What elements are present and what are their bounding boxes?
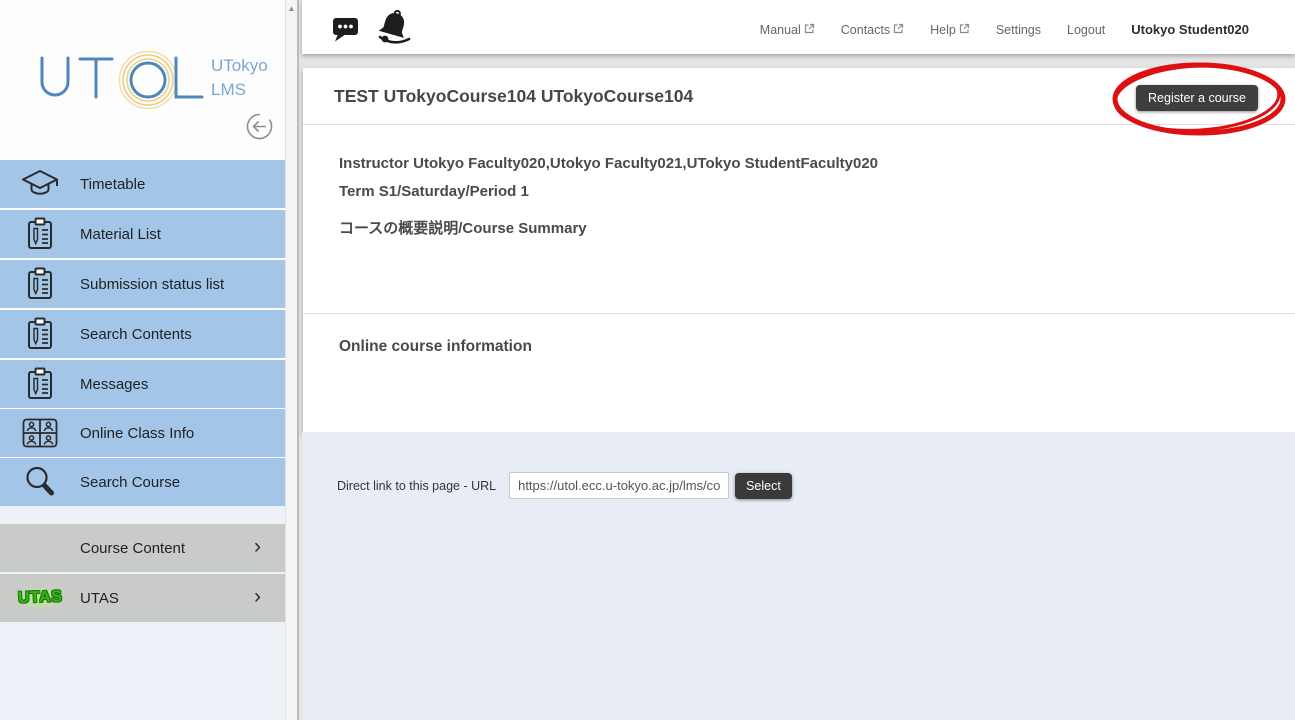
external-link-icon	[893, 23, 904, 34]
clipboard-icon	[0, 217, 80, 251]
chevron-right-icon: ›	[254, 535, 261, 559]
sidebar: UTokyo LMS Timetable	[0, 0, 285, 720]
sidebar-item-label: Search Contents	[80, 326, 192, 343]
utol-logo-icon: UTokyo LMS	[36, 42, 268, 114]
topbar: Manual Contacts Help	[302, 0, 1295, 54]
direct-link-url-input[interactable]	[509, 472, 729, 499]
sidebar-item-label: UTAS	[80, 590, 119, 607]
contacts-link[interactable]: Contacts	[841, 23, 904, 37]
sidebar-item-utas[interactable]: UTAS UTAS ›	[0, 574, 285, 622]
sidebar-item-label: Timetable	[80, 176, 145, 193]
bell-icon	[376, 9, 412, 46]
course-info-section: Instructor Utokyo Faculty020,Utokyo Facu…	[303, 125, 1295, 238]
clipboard-icon	[0, 317, 80, 351]
sidebar-item-label: Course Content	[80, 540, 185, 557]
notifications-button[interactable]	[376, 9, 412, 51]
graduation-cap-icon	[0, 168, 80, 200]
sidebar-collapse-button[interactable]	[245, 112, 274, 141]
sidebar-item-messages[interactable]: Messages	[0, 360, 285, 408]
chevron-right-icon: ›	[254, 585, 261, 609]
arrow-left-circle-icon	[245, 112, 274, 141]
username-display: Utokyo Student020	[1131, 22, 1249, 37]
clipboard-icon	[0, 267, 80, 301]
search-icon	[0, 465, 80, 499]
instructor-line: Instructor Utokyo Faculty020,Utokyo Facu…	[339, 155, 1259, 172]
sidebar-item-label: Submission status list	[80, 276, 224, 293]
main-area: Manual Contacts Help	[299, 0, 1295, 720]
sidebar-item-label: Material List	[80, 226, 161, 243]
clipboard-icon	[0, 367, 80, 401]
course-summary-line: コースの概要説明/Course Summary	[339, 217, 1259, 238]
online-course-info-title: Online course information	[339, 338, 532, 356]
sidebar-item-label: Search Course	[80, 474, 180, 491]
sidebar-item-label: Online Class Info	[80, 425, 194, 442]
svg-text:UTokyo: UTokyo	[211, 56, 268, 75]
external-link-icon	[959, 23, 970, 34]
page-footer: Direct link to this page - URL Select	[302, 432, 1295, 720]
logout-link[interactable]: Logout	[1067, 23, 1105, 37]
course-panel-header: TEST UTokyoCourse104 UTokyoCourse104 Reg…	[303, 68, 1295, 125]
scroll-up-arrow-icon[interactable]: ▲	[286, 4, 297, 13]
sidebar-item-timetable[interactable]: Timetable	[0, 160, 285, 208]
sidebar-item-material-list[interactable]: Material List	[0, 210, 285, 258]
external-link-icon	[804, 23, 815, 34]
topbar-links: Manual Contacts Help	[760, 22, 1249, 37]
course-panel: TEST UTokyoCourse104 UTokyoCourse104 Reg…	[303, 68, 1295, 432]
svg-text:LMS: LMS	[211, 80, 246, 99]
register-course-button[interactable]: Register a course	[1136, 85, 1258, 111]
sidebar-scrollbar[interactable]: ▲	[285, 0, 299, 720]
online-class-grid-icon	[0, 418, 80, 448]
utol-logo: UTokyo LMS	[36, 42, 268, 114]
help-link[interactable]: Help	[930, 23, 970, 37]
sidebar-item-online-class-info[interactable]: Online Class Info	[0, 409, 285, 457]
select-url-button[interactable]: Select	[735, 473, 792, 499]
settings-link[interactable]: Settings	[996, 23, 1041, 37]
sidebar-item-search-contents[interactable]: Search Contents	[0, 310, 285, 358]
sidebar-item-search-course[interactable]: Search Course	[0, 458, 285, 506]
section-divider	[303, 313, 1295, 314]
sidebar-item-label: Messages	[80, 376, 148, 393]
term-line: Term S1/Saturday/Period 1	[339, 183, 1259, 200]
utol-lms-page: UTokyo LMS Timetable	[0, 0, 1295, 720]
utas-logo-icon: UTAS	[0, 585, 80, 611]
sidebar-item-submission-status-list[interactable]: Submission status list	[0, 260, 285, 308]
direct-link-row: Direct link to this page - URL Select	[337, 472, 792, 499]
direct-link-label: Direct link to this page - URL	[337, 479, 496, 493]
chat-bubble-icon	[332, 17, 359, 42]
sidebar-item-course-content[interactable]: Course Content ›	[0, 524, 285, 572]
manual-link[interactable]: Manual	[760, 23, 815, 37]
chat-messages-button[interactable]	[332, 17, 359, 47]
